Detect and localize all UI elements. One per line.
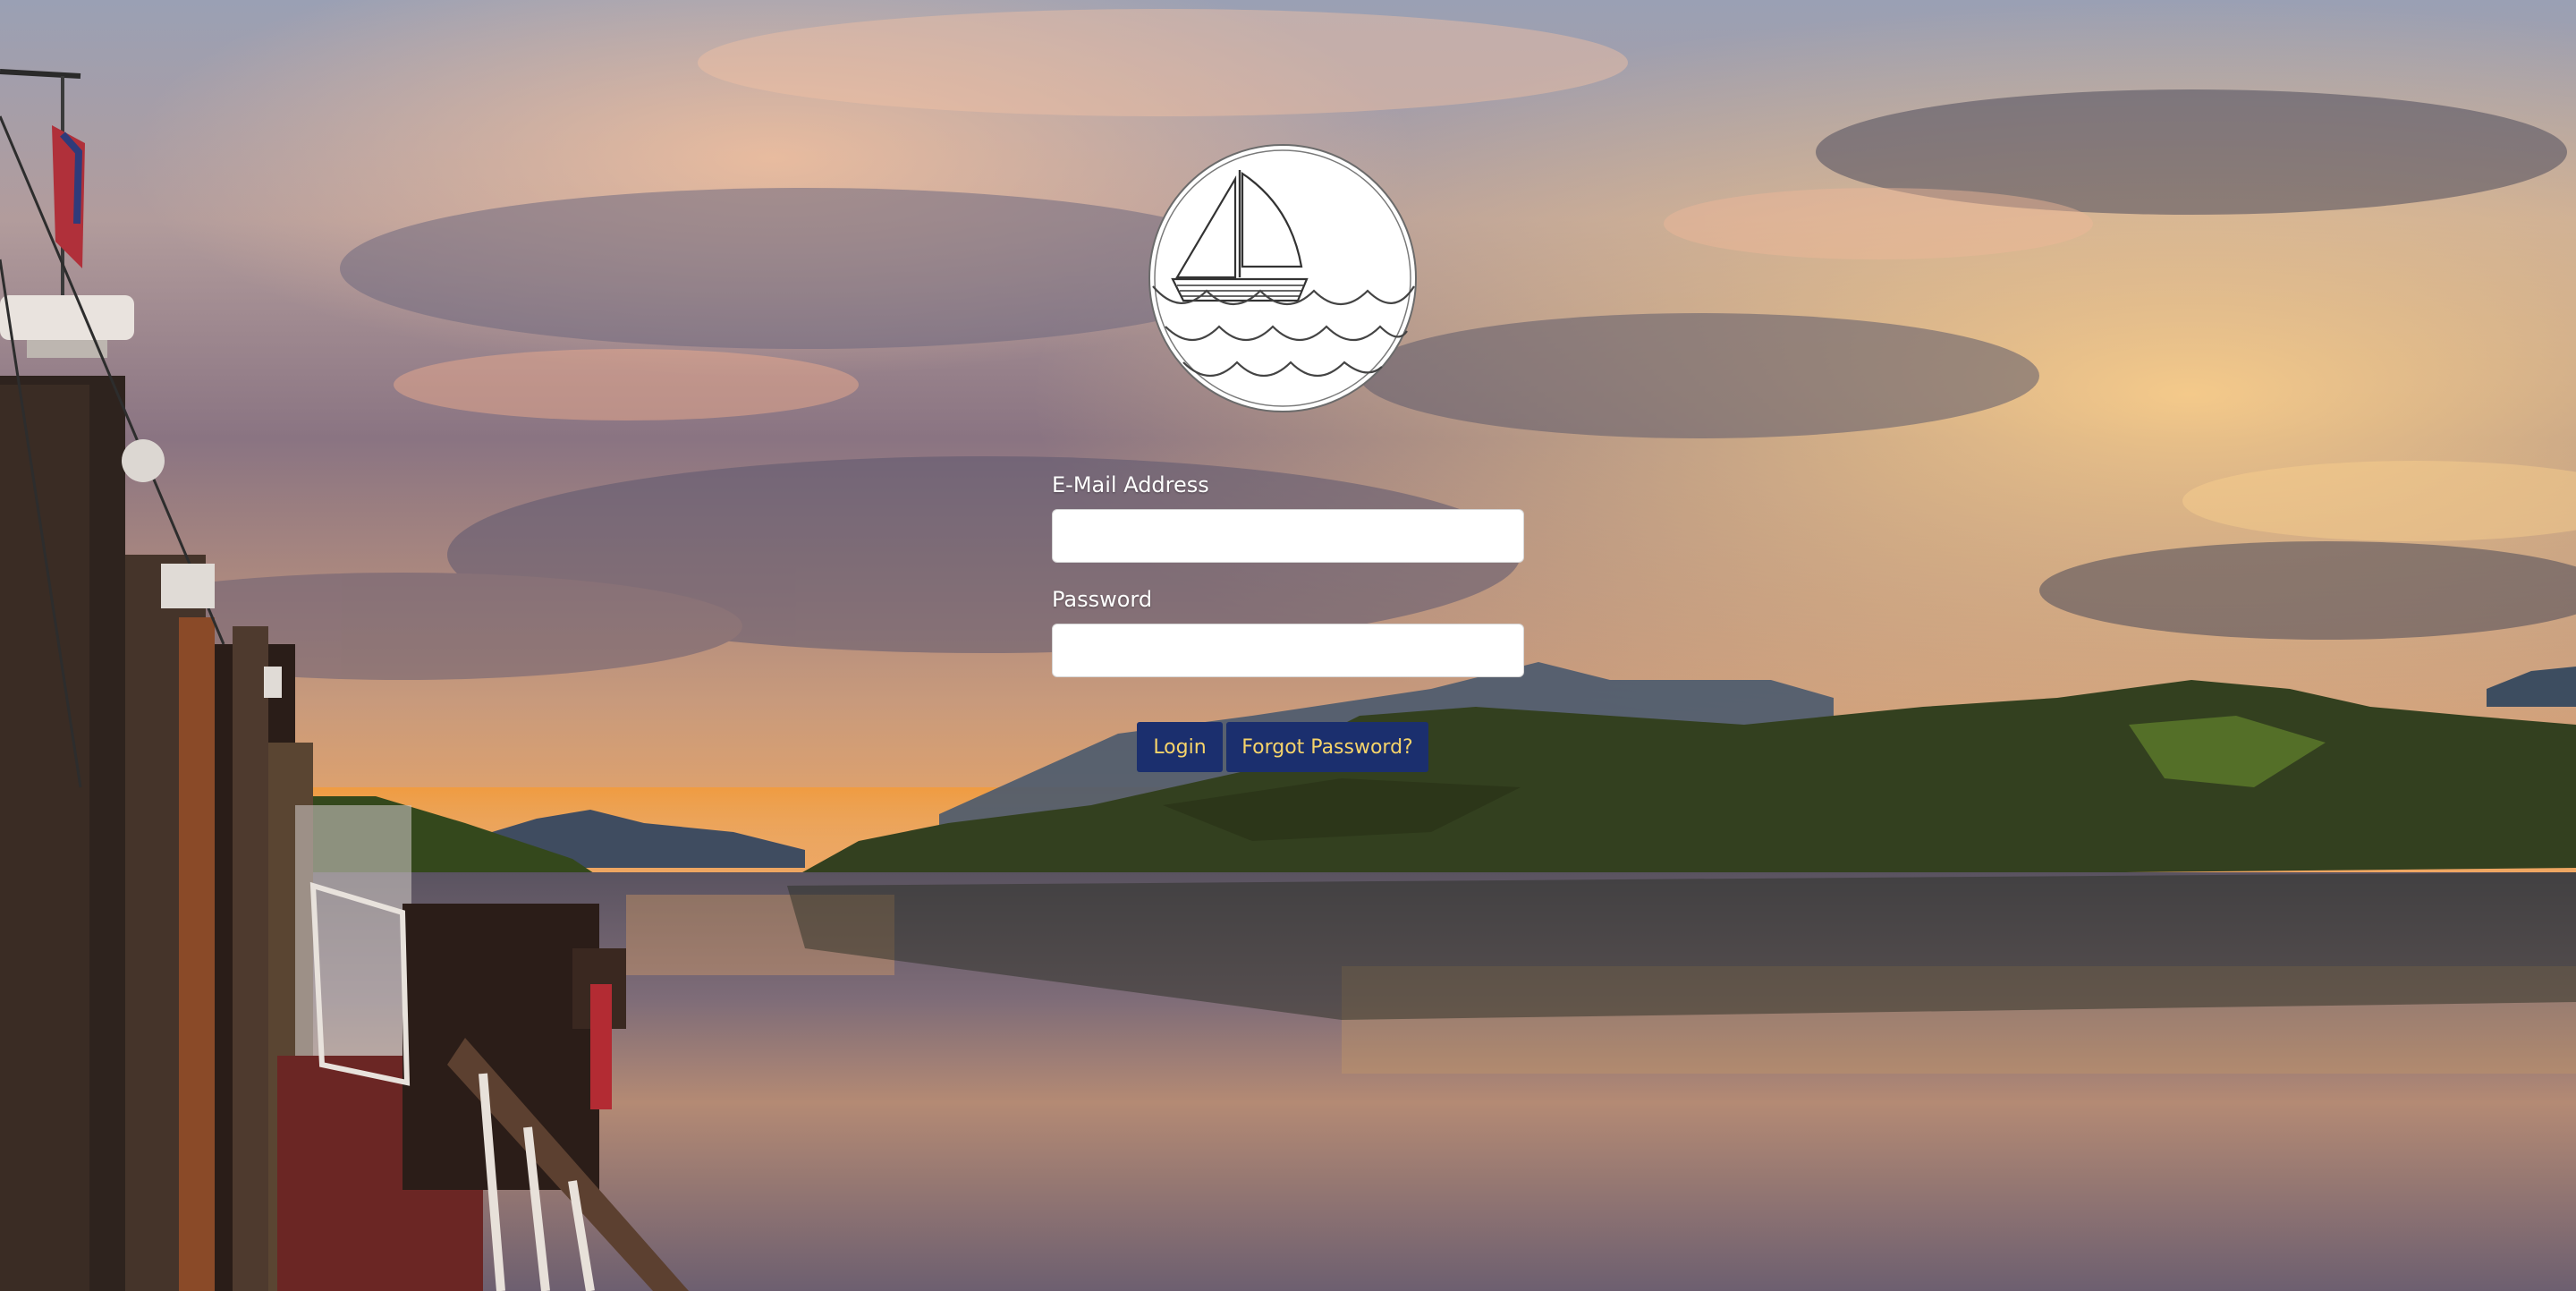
login-form: E-Mail Address Password: [1052, 470, 1524, 699]
sailboat-waves-logo: [1148, 143, 1418, 413]
email-label: E-Mail Address: [1052, 472, 1209, 497]
password-field-group: Password: [1052, 584, 1524, 677]
login-button[interactable]: Login: [1137, 722, 1223, 772]
forgot-password-button[interactable]: Forgot Password?: [1226, 722, 1428, 772]
email-field-group: E-Mail Address: [1052, 470, 1524, 563]
password-field[interactable]: [1052, 624, 1524, 677]
email-field[interactable]: [1052, 509, 1524, 563]
password-label: Password: [1052, 587, 1153, 612]
form-actions: Login Forgot Password?: [1137, 722, 1428, 772]
